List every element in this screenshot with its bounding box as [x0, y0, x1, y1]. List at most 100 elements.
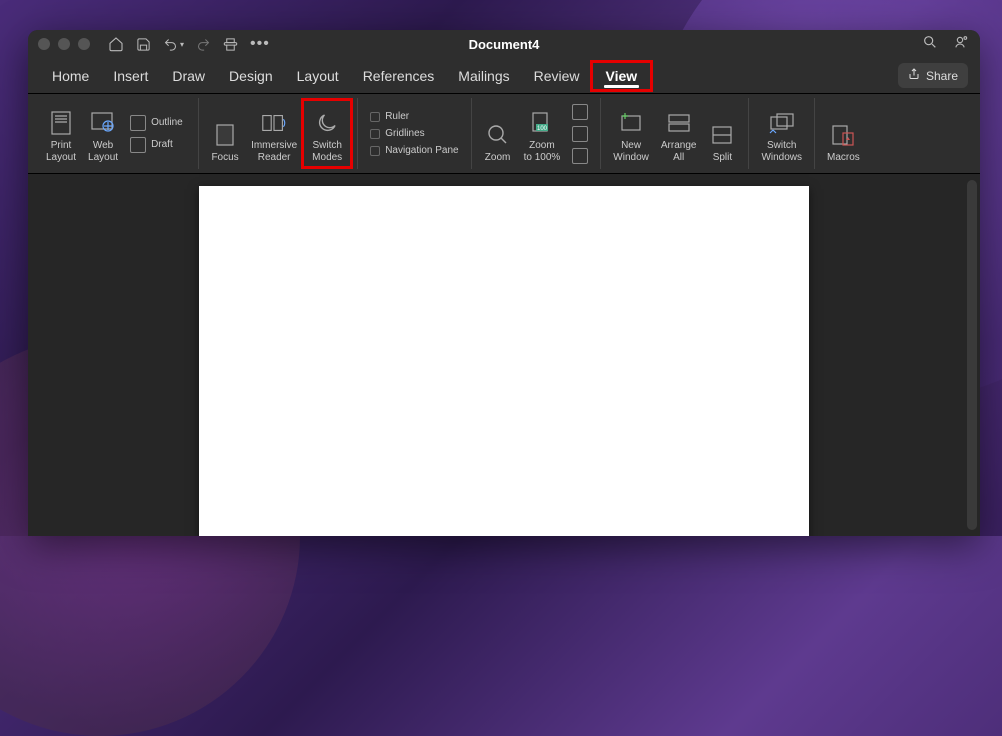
page-width-icon [572, 148, 588, 164]
page-width-button[interactable] [570, 147, 590, 165]
checkbox-icon [370, 146, 380, 156]
show-stack: Ruler Gridlines Navigation Pane [364, 100, 464, 167]
svg-text:100: 100 [537, 126, 548, 132]
undo-icon[interactable]: ▾ [163, 37, 184, 52]
print-icon[interactable] [223, 37, 238, 52]
label: Draft [151, 139, 173, 150]
ribbon-group-views: Print Layout Web Layout Outline Draft [34, 98, 199, 169]
macros-icon [829, 121, 857, 149]
tab-view[interactable]: View [592, 62, 652, 90]
share-icon [908, 68, 920, 83]
tab-insert[interactable]: Insert [101, 62, 160, 90]
tab-label: Design [229, 68, 273, 84]
ruler-checkbox[interactable]: Ruler [368, 110, 460, 123]
checkbox-icon [370, 129, 380, 139]
menubar: Home Insert Draw Design Layout Reference… [28, 58, 980, 94]
tab-mailings[interactable]: Mailings [446, 62, 521, 90]
label: Switch Windows [761, 140, 802, 163]
split-icon [708, 121, 736, 149]
tab-draw[interactable]: Draw [160, 62, 217, 90]
label: Focus [211, 152, 238, 164]
share-button[interactable]: Share [898, 63, 968, 88]
focus-button[interactable]: Focus [205, 100, 245, 167]
macros-button[interactable]: Macros [821, 100, 866, 167]
outline-draft-stack: Outline Draft [124, 100, 192, 167]
label: Gridlines [385, 128, 424, 139]
titlebar: ▾ ••• Document4 [28, 30, 980, 58]
ribbon-group-macros: Macros [815, 98, 872, 169]
redo-icon[interactable] [196, 37, 211, 52]
label: Navigation Pane [385, 145, 458, 156]
ribbon: Print Layout Web Layout Outline Draft Fo… [28, 94, 980, 174]
multi-page-icon [572, 126, 588, 142]
quick-access-toolbar: ▾ ••• [108, 35, 270, 53]
label: Print Layout [46, 140, 76, 163]
tab-home[interactable]: Home [40, 62, 101, 90]
one-page-button[interactable] [570, 103, 590, 121]
ribbon-group-switch-windows: Switch Windows [749, 98, 815, 169]
label: Zoom to 100% [524, 140, 561, 163]
ribbon-group-zoom: Zoom 100 Zoom to 100% [472, 98, 602, 169]
label: Zoom [485, 152, 511, 164]
tab-label: References [363, 68, 435, 84]
blank-page[interactable] [199, 186, 809, 536]
zoom-button[interactable]: Zoom [478, 100, 518, 167]
draft-icon [130, 137, 146, 153]
label: Arrange All [661, 140, 697, 163]
window-controls [38, 38, 90, 50]
print-layout-button[interactable]: Print Layout [40, 100, 82, 167]
account-icon[interactable] [954, 34, 970, 55]
share-label: Share [926, 69, 958, 83]
new-window-icon [617, 109, 645, 137]
close-window-button[interactable] [38, 38, 50, 50]
ribbon-group-show: Ruler Gridlines Navigation Pane [358, 98, 471, 169]
label: New Window [613, 140, 649, 163]
label: Macros [827, 152, 860, 164]
outline-button[interactable]: Outline [128, 114, 188, 132]
label: Web Layout [88, 140, 118, 163]
tab-label: Layout [297, 68, 339, 84]
web-layout-button[interactable]: Web Layout [82, 100, 124, 167]
multi-page-button[interactable] [570, 125, 590, 143]
arrange-all-icon [665, 109, 693, 137]
moon-icon [313, 109, 341, 137]
titlebar-right [922, 34, 970, 55]
switch-windows-icon [768, 109, 796, 137]
navigation-pane-checkbox[interactable]: Navigation Pane [368, 144, 460, 157]
draft-button[interactable]: Draft [128, 136, 188, 154]
app-window: ▾ ••• Document4 Home Insert Draw Design … [28, 30, 980, 536]
tab-label: Draw [172, 68, 205, 84]
tab-label: Mailings [458, 68, 509, 84]
tab-design[interactable]: Design [217, 62, 285, 90]
switch-modes-button[interactable]: Switch Modes [303, 100, 351, 167]
web-layout-icon [89, 109, 117, 137]
gridlines-checkbox[interactable]: Gridlines [368, 127, 460, 140]
tab-references[interactable]: References [351, 62, 447, 90]
more-icon[interactable]: ••• [250, 35, 270, 53]
tab-label: Review [534, 68, 580, 84]
home-icon[interactable] [108, 36, 124, 52]
new-window-button[interactable]: New Window [607, 100, 655, 167]
maximize-window-button[interactable] [78, 38, 90, 50]
magnifier-icon [484, 121, 512, 149]
zoom-100-button[interactable]: 100 Zoom to 100% [518, 100, 567, 167]
immersive-reader-icon [260, 109, 288, 137]
switch-windows-button[interactable]: Switch Windows [755, 100, 808, 167]
tab-label: View [606, 68, 638, 84]
ribbon-group-window: New Window Arrange All Split [601, 98, 749, 169]
document-area[interactable] [28, 174, 980, 536]
tab-label: Insert [113, 68, 148, 84]
print-layout-icon [47, 109, 75, 137]
arrange-all-button[interactable]: Arrange All [655, 100, 703, 167]
tab-layout[interactable]: Layout [285, 62, 351, 90]
checkbox-icon [370, 112, 380, 122]
tab-review[interactable]: Review [522, 62, 592, 90]
minimize-window-button[interactable] [58, 38, 70, 50]
save-icon[interactable] [136, 37, 151, 52]
split-button[interactable]: Split [702, 100, 742, 167]
one-page-icon [572, 104, 588, 120]
search-icon[interactable] [922, 34, 938, 55]
focus-icon [211, 121, 239, 149]
immersive-reader-button[interactable]: Immersive Reader [245, 100, 303, 167]
vertical-scrollbar[interactable] [967, 180, 977, 530]
